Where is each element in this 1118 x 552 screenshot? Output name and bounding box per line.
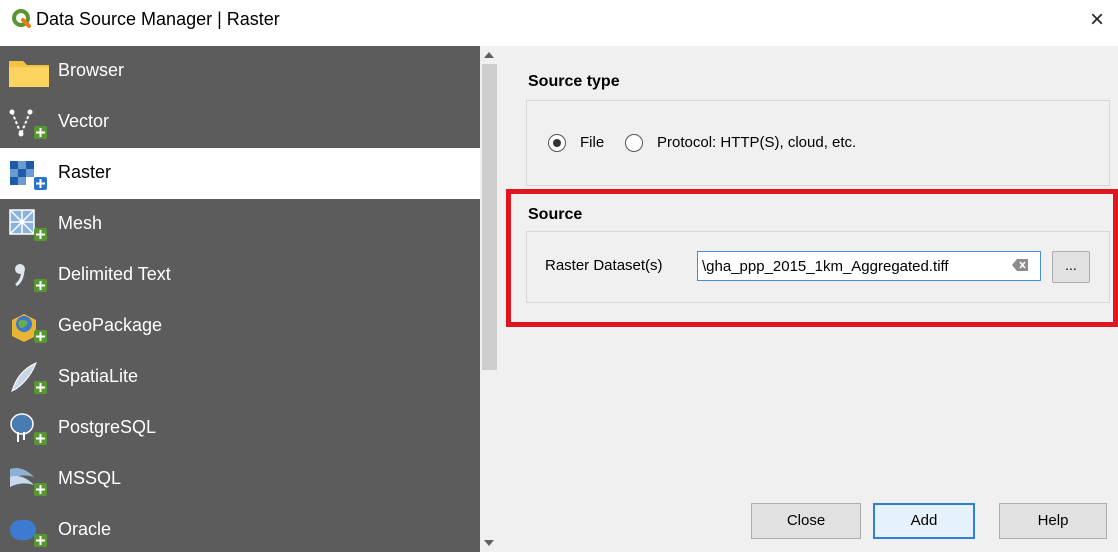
add-button[interactable]: Add [873,503,975,539]
scrollbar-thumb[interactable] [482,64,497,370]
protocol-radio[interactable] [625,134,643,152]
sidebar-item-label: MSSQL [58,468,122,488]
sidebar-item-label: Browser [58,60,125,80]
sidebar-item-postgresql[interactable]: PostgreSQL [0,403,480,454]
sidebar-item-browser[interactable]: Browser [0,46,480,97]
sidebar-item-label: Raster [58,162,112,182]
postgresql-icon [10,413,47,445]
sidebar-scrollbar[interactable] [480,46,499,552]
sidebar-item-delimited-text[interactable]: Delimited Text [0,250,480,301]
scroll-down-icon[interactable] [484,540,494,546]
close-window-icon[interactable]: × [1090,6,1104,34]
sidebar-item-geopackage[interactable]: GeoPackage [0,301,480,352]
provider-sidebar: Browser Vector Raster Mesh Delimited Tex… [0,46,480,552]
sidebar-item-raster[interactable]: Raster [0,148,480,199]
qgis-logo-icon [12,9,31,28]
help-button[interactable]: Help [999,503,1107,539]
scroll-up-icon[interactable] [484,52,494,58]
mesh-icon [9,209,47,241]
sidebar-item-label: Vector [58,111,110,131]
spatialite-icon [11,362,47,394]
sidebar-item-label: GeoPackage [58,315,163,335]
geopackage-icon [12,314,47,343]
folder-icon [9,61,49,87]
sidebar-item-spatialite[interactable]: SpatiaLite [0,352,480,403]
delimited-text-icon [15,264,47,292]
window-title: Data Source Manager | Raster [36,9,280,29]
oracle-icon [10,520,47,547]
raster-icon [10,161,47,190]
sidebar-item-label: PostgreSQL [58,417,157,437]
file-radio-label[interactable]: File [580,134,604,151]
sidebar-item-label: SpatiaLite [58,366,139,386]
sidebar-item-label: Delimited Text [58,264,171,284]
sidebar-item-mesh[interactable]: Mesh [0,199,480,250]
sidebar-item-label: Mesh [58,213,103,233]
close-button[interactable]: Close [751,503,861,539]
file-radio[interactable] [548,134,566,152]
highlight-box [506,189,1118,327]
vector-icon [9,109,47,139]
mssql-icon [10,468,47,496]
sidebar-item-mssql[interactable]: MSSQL [0,454,480,505]
sidebar-item-oracle[interactable]: Oracle [0,505,480,552]
title-bar: Data Source Manager | Raster × [0,0,1118,42]
source-type-heading: Source type [528,73,620,90]
sidebar-item-label: Oracle [58,519,112,539]
sidebar-item-vector[interactable]: Vector [0,97,480,148]
protocol-radio-label[interactable]: Protocol: HTTP(S), cloud, etc. [657,134,856,151]
